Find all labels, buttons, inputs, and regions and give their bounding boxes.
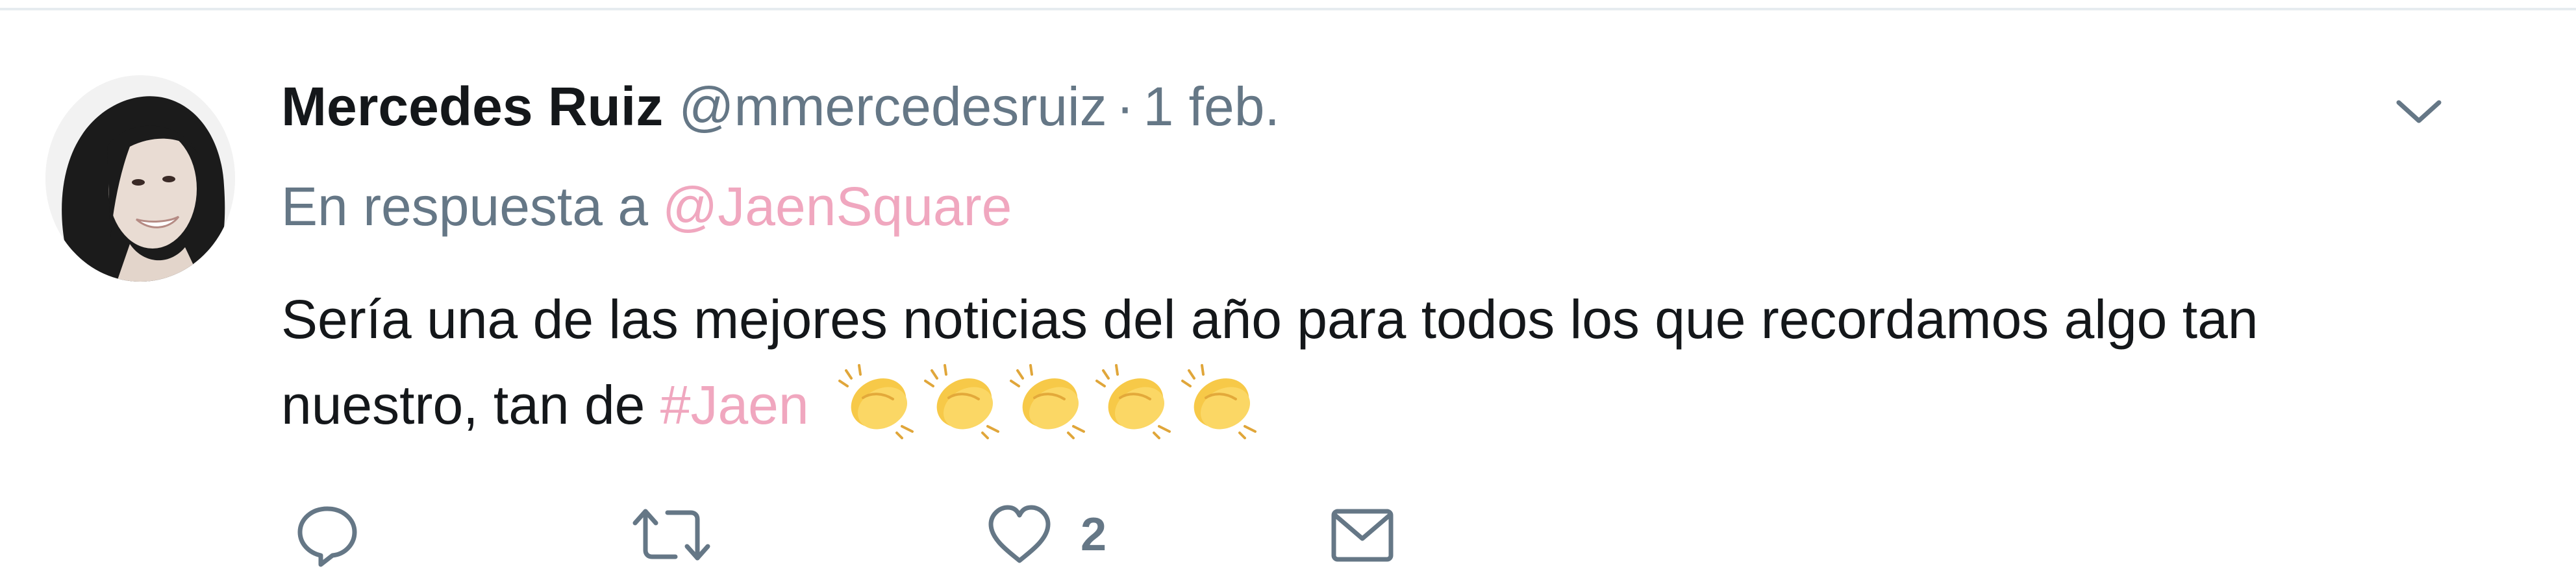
clapping-hands-icon xyxy=(837,364,920,439)
tweet-menu-button[interactable] xyxy=(2390,88,2448,134)
avatar-image xyxy=(45,75,235,282)
envelope-icon xyxy=(1331,509,1394,562)
hashtag-link[interactable]: #Jaen xyxy=(660,374,809,435)
retweet-button[interactable] xyxy=(630,496,713,574)
like-count: 2 xyxy=(1081,509,1107,561)
clapping-hands-icon xyxy=(1008,364,1092,439)
like-button[interactable]: 2 xyxy=(984,496,1107,574)
reply-prefix: En respuesta a xyxy=(281,176,649,237)
tweet-timestamp[interactable]: 1 feb. xyxy=(1144,76,1280,137)
heart-icon xyxy=(988,505,1051,563)
tweet-actions: 2 xyxy=(292,496,1591,580)
clapping-hands-icon xyxy=(1180,364,1263,439)
author-name[interactable]: Mercedes Ruiz xyxy=(281,76,663,137)
header-separator: · xyxy=(1116,76,1134,137)
retweet-icon xyxy=(632,509,710,561)
tweet-text-line-2-prefix: nuestro, tan de xyxy=(281,374,645,435)
tweet-card[interactable]: Mercedes Ruiz @mmercedesruiz · 1 feb. En re… xyxy=(0,10,2576,584)
reply-mention-link[interactable]: @JaenSquare xyxy=(662,176,1012,237)
chevron-down-icon xyxy=(2396,100,2442,123)
avatar[interactable] xyxy=(45,75,235,282)
tweet-text: Sería una de las mejores noticias del añ… xyxy=(281,276,2489,448)
tweet-header: Mercedes Ruiz @mmercedesruiz · 1 feb. xyxy=(281,67,1280,145)
author-handle[interactable]: @mmercedesruiz xyxy=(679,76,1107,137)
emoji-row xyxy=(837,364,1266,439)
tweet-text-line-2: nuestro, tan de #Jaen xyxy=(281,362,2489,448)
reply-context: En respuesta a @JaenSquare xyxy=(281,167,1012,245)
clapping-hands-icon xyxy=(1094,364,1177,439)
reply-icon xyxy=(297,506,357,567)
reply-button[interactable] xyxy=(292,496,362,574)
tweet-text-line-1: Sería una de las mejores noticias del añ… xyxy=(281,289,2258,350)
direct-message-button[interactable] xyxy=(1327,496,1397,574)
clapping-hands-icon xyxy=(923,364,1006,439)
